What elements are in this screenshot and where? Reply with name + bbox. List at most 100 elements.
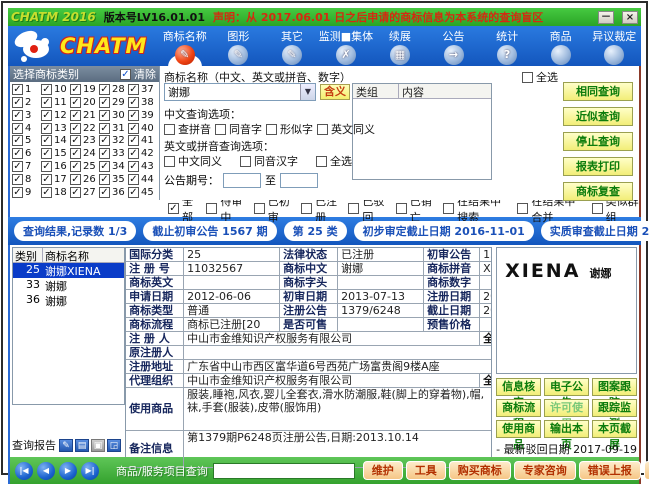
trademark-name-input[interactable]: 谢娜 ▼ [164, 83, 316, 101]
category-checkbox-43[interactable]: 43 [128, 161, 157, 173]
result-row[interactable]: 33 谢娜 [13, 278, 124, 293]
side-button-电子公告[interactable]: 电子公告 [544, 378, 590, 409]
category-checkbox-22[interactable]: 22 [70, 122, 99, 134]
printer-icon[interactable]: ▤ [75, 438, 89, 452]
tab-goods[interactable]: 商品 [534, 26, 588, 66]
category-checkbox-45[interactable]: 45 [128, 186, 157, 198]
side-button-商标流程[interactable]: 商标流程 [496, 399, 542, 430]
category-checkbox-44[interactable]: 44 [128, 174, 157, 186]
category-checkbox-27[interactable]: 27 [70, 186, 99, 198]
category-checkbox-40[interactable]: 40 [128, 122, 157, 134]
category-checkbox-38[interactable]: 38 [128, 96, 157, 108]
tab-other[interactable]: 其它 ✎ [265, 26, 319, 66]
category-checkbox-1[interactable]: 1 [12, 83, 41, 95]
side-button-图案跟踪[interactable]: 图案跟踪 [592, 378, 637, 409]
category-checkbox-17[interactable]: 17 [41, 174, 70, 186]
chevron-down-icon[interactable]: ▼ [300, 84, 315, 100]
category-checkbox-5[interactable]: 5 [12, 135, 41, 147]
category-checkbox-32[interactable]: 32 [99, 135, 128, 147]
category-checkbox-19[interactable]: 19 [70, 83, 99, 95]
side-button-跟踪监测[interactable]: 跟踪监测 [592, 399, 637, 430]
action-button-相同查询[interactable]: 相同查询 [563, 82, 633, 101]
option-checkbox-全选[interactable]: 全选 [316, 153, 352, 169]
result-row[interactable]: 36 谢娜 [13, 293, 124, 308]
category-checkbox-33[interactable]: 33 [99, 148, 128, 160]
select-all-top-checkbox[interactable]: 全选 [522, 69, 558, 85]
action-button-停止查询[interactable]: 停止查询 [563, 132, 633, 151]
category-checkbox-6[interactable]: 6 [12, 148, 41, 160]
screenshot-icon[interactable]: ◲ [107, 438, 121, 452]
category-checkbox-12[interactable]: 12 [41, 109, 70, 121]
bottom-button-专家咨询[interactable]: 专家咨询 [513, 461, 576, 480]
option-checkbox-查拼音[interactable]: 查拼音 [164, 121, 211, 137]
bottom-button-维护[interactable]: 维护 [362, 461, 403, 480]
category-checkbox-20[interactable]: 20 [70, 96, 99, 108]
category-checkbox-21[interactable]: 21 [70, 109, 99, 121]
close-button[interactable]: × [622, 10, 638, 24]
tab-gazette[interactable]: 公告 → [427, 26, 481, 66]
pencil-icon[interactable]: ✎ [59, 438, 73, 452]
tab-statistics[interactable]: 统计? [480, 26, 534, 66]
bottom-button-购买商标[interactable]: 购买商标 [448, 461, 511, 480]
side-button-许可使用[interactable]: 许可使用 [544, 399, 590, 430]
tab-renewal[interactable]: 续展 ▦ [373, 26, 427, 66]
first-page-button[interactable]: |◀ [15, 461, 33, 480]
option-checkbox-同音汉字[interactable]: 同音汉字 [240, 153, 298, 169]
all-class-search-button[interactable]: 全类检索 [480, 332, 491, 345]
category-checkbox-15[interactable]: 15 [41, 148, 70, 160]
category-checkbox-24[interactable]: 24 [70, 148, 99, 160]
gazette-to-input[interactable] [280, 172, 318, 188]
all-class-search-button[interactable]: 全类检索 [480, 374, 491, 387]
category-checkbox-8[interactable]: 8 [12, 174, 41, 186]
bottom-button-工具[interactable]: 工具 [405, 461, 446, 480]
tab-trademark-name[interactable]: 商标名称 ✎ [158, 26, 212, 66]
category-checkbox-11[interactable]: 11 [41, 96, 70, 108]
category-checkbox-37[interactable]: 37 [128, 83, 157, 95]
option-checkbox-形似字[interactable]: 形似字 [266, 121, 313, 137]
category-checkbox-16[interactable]: 16 [41, 161, 70, 173]
category-checkbox-3[interactable]: 3 [12, 109, 41, 121]
category-checkbox-7[interactable]: 7 [12, 161, 41, 173]
tab-graphic[interactable]: 图形 ✎ [212, 26, 266, 66]
category-checkbox-23[interactable]: 23 [70, 135, 99, 147]
option-checkbox-同音字[interactable]: 同音字 [215, 121, 262, 137]
category-checkbox-42[interactable]: 42 [128, 148, 157, 160]
category-checkbox-28[interactable]: 28 [99, 83, 128, 95]
category-checkbox-29[interactable]: 29 [99, 96, 128, 108]
last-page-button[interactable]: ▶| [81, 461, 99, 480]
save-icon[interactable]: ▣ [91, 438, 105, 452]
bottom-button-错误上报[interactable]: 错误上报 [578, 461, 641, 480]
category-checkbox-4[interactable]: 4 [12, 122, 41, 134]
minimize-button[interactable]: － [598, 10, 614, 24]
side-button-使用商品[interactable]: 使用商品 [496, 420, 542, 451]
side-button-本页截屏[interactable]: 本页截屏 [592, 420, 637, 451]
meaning-button[interactable]: 含义 [320, 84, 350, 100]
tab-monitor-collective[interactable]: 监测■集体 ✗ [319, 26, 373, 66]
next-page-button[interactable]: ▶ [59, 461, 77, 480]
category-checkbox-9[interactable]: 9 [12, 186, 41, 198]
clear-categories-checkbox[interactable]: 清除 [120, 66, 156, 82]
action-button-报表打印[interactable]: 报表打印 [563, 157, 633, 176]
prev-page-button[interactable]: ◀ [37, 461, 55, 480]
side-button-信息核实[interactable]: 信息核实 [496, 378, 542, 409]
category-checkbox-30[interactable]: 30 [99, 109, 128, 121]
category-checkbox-26[interactable]: 26 [70, 174, 99, 186]
category-checkbox-25[interactable]: 25 [70, 161, 99, 173]
category-checkbox-2[interactable]: 2 [12, 96, 41, 108]
category-checkbox-14[interactable]: 14 [41, 135, 70, 147]
action-button-近似查询[interactable]: 近似查询 [563, 107, 633, 126]
category-checkbox-41[interactable]: 41 [128, 135, 157, 147]
bottom-button-商标档案[interactable]: 商标档案 [643, 461, 649, 480]
category-checkbox-13[interactable]: 13 [41, 122, 70, 134]
side-button-输出本页[interactable]: 输出本页 [544, 420, 590, 451]
tab-opposition[interactable]: 异议裁定 [587, 26, 641, 66]
category-checkbox-18[interactable]: 18 [41, 186, 70, 198]
category-checkbox-34[interactable]: 34 [99, 161, 128, 173]
category-checkbox-35[interactable]: 35 [99, 174, 128, 186]
category-checkbox-10[interactable]: 10 [41, 83, 70, 95]
service-search-input[interactable] [212, 462, 355, 479]
option-checkbox-英文同义[interactable]: 英文同义 [317, 121, 375, 137]
action-button-商标复查[interactable]: 商标复查 [563, 182, 633, 201]
result-row[interactable]: 25 谢娜XIENA [13, 263, 125, 278]
gazette-from-input[interactable] [223, 172, 261, 188]
